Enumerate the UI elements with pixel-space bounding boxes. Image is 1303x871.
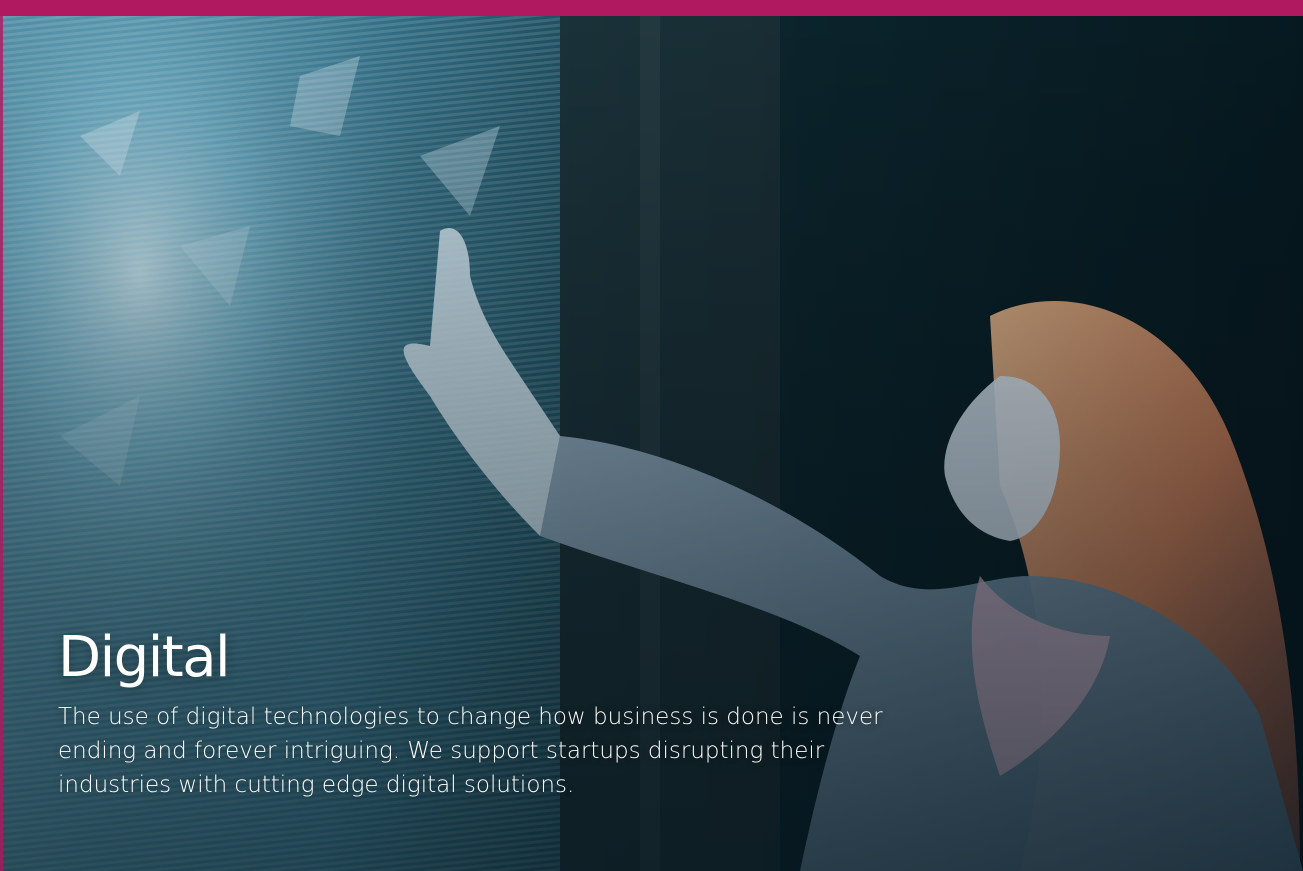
- accent-top-bar: [0, 0, 1303, 16]
- digital-section: Digital The use of digital technologies …: [0, 0, 1303, 871]
- accent-left-edge: [0, 16, 3, 871]
- section-description: The use of digital technologies to chang…: [58, 704, 883, 798]
- hero-text-block: Digital The use of digital technologies …: [58, 620, 918, 802]
- section-title: Digital: [58, 625, 231, 690]
